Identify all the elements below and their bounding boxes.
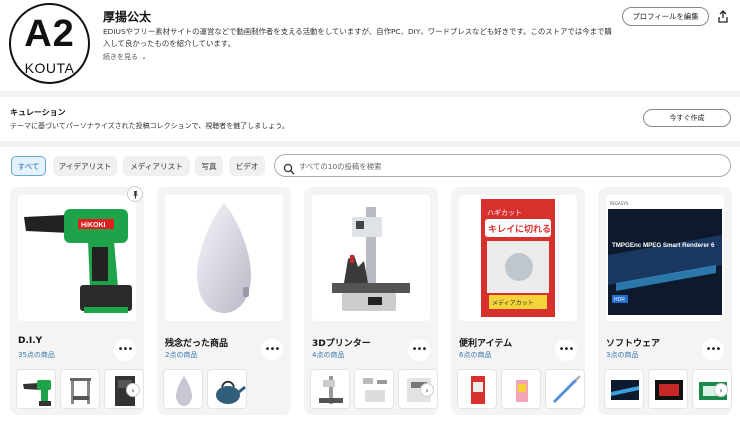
collection-image: PEGASYS TMPGEnc MPEG Smart Renderer 6 HD… bbox=[606, 195, 724, 321]
collection-title: 便利アイテム bbox=[459, 339, 513, 349]
curation-description: テーマに基づいてパーソナライズされた投稿コレクションで、視聴者を魅了しましょう。 bbox=[10, 122, 289, 130]
product-thumbnail[interactable] bbox=[648, 369, 688, 409]
collection-count: 6点の商品 bbox=[459, 351, 492, 359]
carousel-next-button[interactable]: › bbox=[420, 383, 434, 397]
package-text: ハギカット bbox=[487, 209, 522, 217]
hikoki-logo-text: HiKOKI bbox=[81, 222, 106, 229]
filter-chip-videos[interactable]: ビデオ bbox=[229, 156, 265, 176]
product-thumbnail[interactable] bbox=[310, 369, 350, 409]
pin-icon[interactable] bbox=[127, 186, 143, 202]
collection-title: 残念だった商品 bbox=[165, 339, 229, 349]
thumbnail-strip: › bbox=[10, 369, 144, 411]
collection-count: 2点の商品 bbox=[165, 351, 198, 359]
create-now-button[interactable]: 今すぐ作成 bbox=[643, 109, 731, 127]
search-input[interactable] bbox=[299, 159, 719, 173]
chevron-down-icon: ⌄ bbox=[141, 53, 147, 61]
more-options-icon[interactable]: ••• bbox=[702, 339, 724, 361]
software-title-text: TMPGEnc MPEG Smart Renderer 6 bbox=[612, 242, 715, 249]
product-thumbnail[interactable] bbox=[207, 369, 247, 409]
collection-card-diy[interactable]: HiKOKI D.I.Y 35点の商品 ••• › bbox=[10, 187, 144, 415]
avatar-logo-subtext: KOUTA bbox=[24, 60, 75, 76]
thumbnail-strip bbox=[451, 369, 585, 411]
product-thumbnail[interactable] bbox=[501, 369, 541, 409]
package-headline: キレイに切れる bbox=[488, 224, 551, 235]
see-more-label: 続きを見る bbox=[103, 53, 138, 61]
edit-profile-button[interactable]: プロフィールを編集 bbox=[622, 7, 709, 26]
collection-image bbox=[165, 195, 283, 321]
package-subtext: メディアカット bbox=[492, 299, 534, 307]
more-options-icon[interactable]: ••• bbox=[261, 339, 283, 361]
collection-title: ソフトウェア bbox=[606, 339, 661, 349]
collection-card-disappointing[interactable]: 残念だった商品 2点の商品 ••• bbox=[157, 187, 291, 415]
product-thumbnail[interactable] bbox=[604, 369, 644, 409]
product-thumbnail[interactable] bbox=[457, 369, 497, 409]
share-icon[interactable] bbox=[715, 8, 731, 24]
avatar[interactable]: A2 KOUTA bbox=[9, 3, 90, 84]
curation-section: キュレーション テーマに基づいてパーソナライズされた投稿コレクションで、視聴者を… bbox=[0, 91, 740, 147]
profile-description: EDIUSやフリー素材サイトの運営などで動画制作者を支える活動をしていますが、自… bbox=[103, 27, 612, 48]
collection-image: ハギカット キレイに切れる メディアカット bbox=[459, 195, 577, 321]
carousel-next-button[interactable]: › bbox=[714, 383, 728, 397]
collection-count: 3点の商品 bbox=[606, 351, 639, 359]
collection-card-3d-printer[interactable]: 3Dプリンター 4点の商品 ••• › bbox=[304, 187, 438, 415]
more-options-icon[interactable]: ••• bbox=[555, 339, 577, 361]
filter-chip-photos[interactable]: 写真 bbox=[195, 156, 223, 176]
avatar-logo-text: A2 bbox=[24, 13, 75, 55]
collection-card-software[interactable]: PEGASYS TMPGEnc MPEG Smart Renderer 6 HD… bbox=[598, 187, 732, 415]
collection-title: 3Dプリンター bbox=[312, 339, 371, 349]
collection-image bbox=[312, 195, 430, 321]
collection-title: D.I.Y bbox=[18, 336, 43, 346]
see-more-link[interactable]: 続きを見る ⌄ bbox=[103, 52, 147, 62]
product-thumbnail[interactable] bbox=[16, 369, 56, 409]
thumbnail-strip bbox=[157, 369, 291, 411]
collection-image: HiKOKI bbox=[18, 195, 136, 321]
collection-count: 4点の商品 bbox=[312, 351, 345, 359]
more-options-icon[interactable]: ••• bbox=[408, 339, 430, 361]
product-thumbnail[interactable] bbox=[163, 369, 203, 409]
thumbnail-strip: › bbox=[598, 369, 732, 411]
filter-chip-all[interactable]: すべて bbox=[11, 156, 46, 176]
carousel-next-button[interactable]: › bbox=[126, 383, 140, 397]
software-badge-text: HDR bbox=[614, 297, 625, 303]
more-options-icon[interactable]: ••• bbox=[114, 339, 136, 361]
product-thumbnail[interactable] bbox=[354, 369, 394, 409]
software-brand-text: PEGASYS bbox=[610, 201, 629, 206]
profile-name: 厚揚公太 bbox=[103, 10, 152, 24]
product-thumbnail[interactable] bbox=[60, 369, 100, 409]
search-bar[interactable] bbox=[274, 154, 731, 177]
filter-chip-idea-lists[interactable]: アイデアリスト bbox=[53, 156, 117, 176]
search-icon bbox=[283, 160, 295, 175]
filter-chip-media-lists[interactable]: メディアリスト bbox=[123, 156, 190, 176]
thumbnail-strip: › bbox=[304, 369, 438, 411]
collection-count: 35点の商品 bbox=[18, 351, 55, 359]
curation-title: キュレーション bbox=[10, 108, 66, 117]
collection-card-useful-items[interactable]: ハギカット キレイに切れる メディアカット 便利アイテム 6点の商品 ••• bbox=[451, 187, 585, 415]
product-thumbnail[interactable] bbox=[545, 369, 585, 409]
